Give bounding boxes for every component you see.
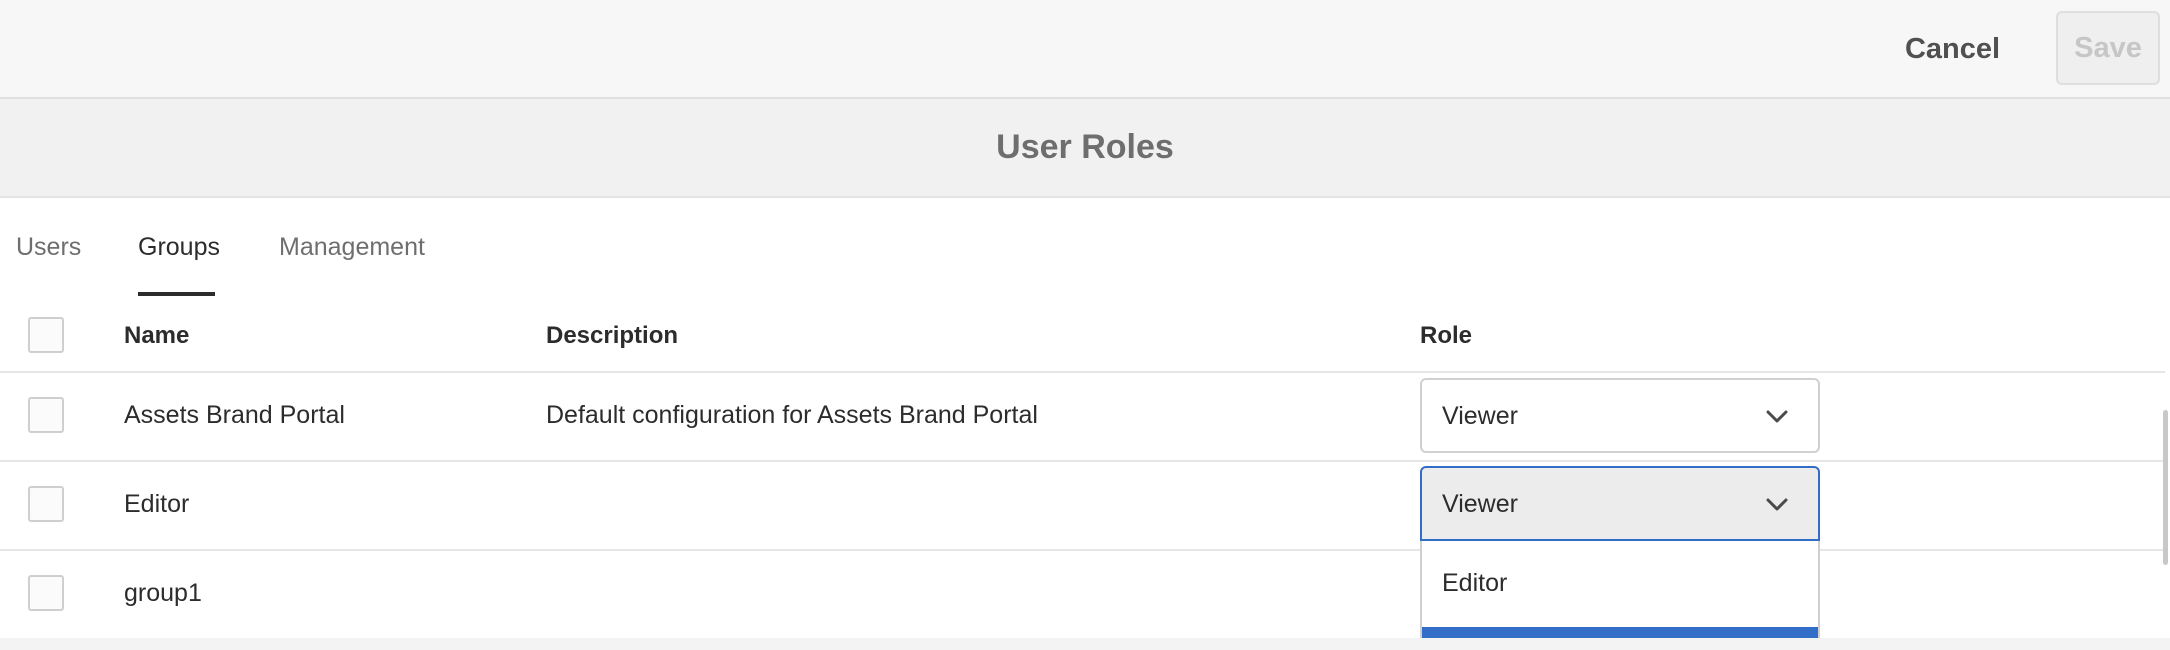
- footer-strip: [0, 638, 2170, 650]
- role-dropdown-menu: Editor: [1420, 541, 1820, 650]
- role-select-value: Viewer: [1442, 402, 1518, 430]
- table-row[interactable]: group1: [0, 551, 2165, 640]
- chevron-down-icon: [1766, 410, 1788, 423]
- tab-list: Users Groups Management: [0, 198, 2170, 298]
- active-tab-indicator: [138, 292, 215, 296]
- table-row[interactable]: Editor Viewer: [0, 462, 2165, 551]
- row-name: Assets Brand Portal: [124, 401, 345, 429]
- role-select-open[interactable]: Viewer: [1420, 466, 1820, 541]
- row-checkbox[interactable]: [28, 397, 64, 433]
- select-all-checkbox[interactable]: [28, 317, 64, 353]
- title-bar: User Roles: [0, 99, 2170, 198]
- page-title: User Roles: [996, 128, 1174, 166]
- save-button: Save: [2056, 11, 2160, 85]
- cancel-button[interactable]: Cancel: [1880, 16, 2025, 82]
- row-checkbox[interactable]: [28, 575, 64, 611]
- dropdown-option-label: Editor: [1442, 569, 1508, 597]
- role-select-value: Viewer: [1442, 490, 1518, 518]
- vertical-scrollbar[interactable]: [2163, 410, 2168, 565]
- column-header-description[interactable]: Description: [546, 322, 678, 350]
- column-header-name[interactable]: Name: [124, 322, 189, 350]
- dropdown-option-editor[interactable]: Editor: [1422, 541, 1818, 627]
- table-row[interactable]: Assets Brand Portal Default configuratio…: [0, 373, 2165, 462]
- chevron-down-icon: [1766, 498, 1788, 511]
- row-description: Default configuration for Assets Brand P…: [546, 401, 1038, 429]
- column-header-role[interactable]: Role: [1420, 322, 1472, 350]
- tab-management[interactable]: Management: [279, 233, 425, 262]
- tab-groups[interactable]: Groups: [138, 233, 220, 262]
- row-name: group1: [124, 579, 202, 607]
- action-bar: Cancel Save: [0, 0, 2170, 99]
- role-select[interactable]: Viewer: [1420, 378, 1820, 453]
- row-checkbox[interactable]: [28, 486, 64, 522]
- table-header: Name Description Role: [0, 298, 2165, 373]
- tab-users[interactable]: Users: [16, 233, 81, 262]
- row-name: Editor: [124, 490, 190, 518]
